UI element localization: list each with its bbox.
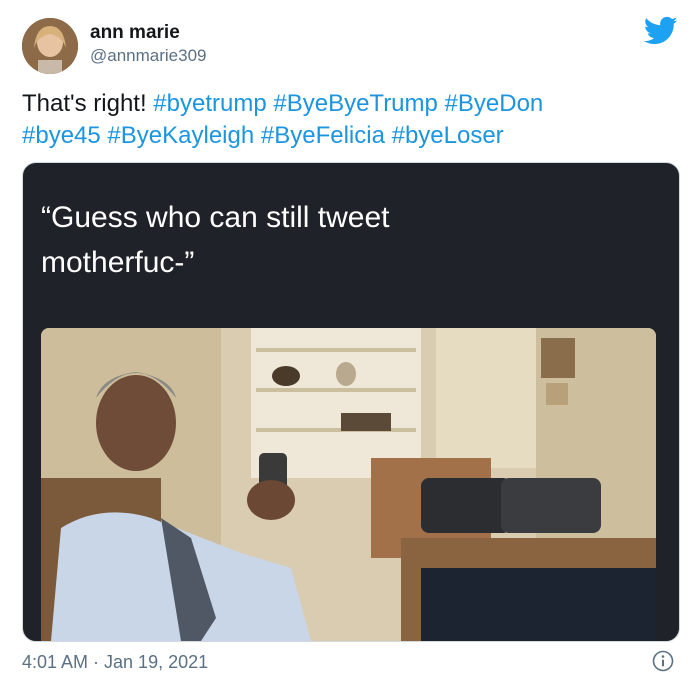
tweet-timestamp[interactable]: 4:01 AM · Jan 19, 2021 xyxy=(22,652,208,673)
meme-caption-line: motherfuc-” xyxy=(41,246,195,279)
tweet-card: ann marie @annmarie309 That's right! #by… xyxy=(0,0,700,686)
user-handle[interactable]: @annmarie309 xyxy=(90,46,207,66)
hashtag-link[interactable]: #ByeFelicia xyxy=(261,122,385,149)
display-name[interactable]: ann marie xyxy=(90,22,180,44)
meme-caption-line: “Guess who can still tweet xyxy=(41,201,390,234)
hashtag-link[interactable]: #bye45 xyxy=(22,122,101,149)
hashtag-link[interactable]: #byeLoser xyxy=(392,122,504,149)
twitter-bird-icon[interactable] xyxy=(644,16,678,46)
hashtag-link[interactable]: #byetrump xyxy=(153,90,266,117)
meme-caption: “Guess who can still tweet motherfuc-” xyxy=(41,195,601,285)
meme-photo xyxy=(41,328,656,641)
hashtag-link[interactable]: #ByeKayleigh xyxy=(107,122,254,149)
tweet-text: That's right! #byetrump #ByeByeTrump #By… xyxy=(22,88,672,152)
avatar[interactable] xyxy=(22,18,78,74)
hashtag-link[interactable]: #ByeDon xyxy=(445,90,544,117)
info-icon[interactable] xyxy=(652,650,674,672)
tweet-media[interactable]: “Guess who can still tweet motherfuc-” xyxy=(22,162,680,642)
hashtag-link[interactable]: #ByeByeTrump xyxy=(273,90,438,117)
tweet-lead-text: That's right! xyxy=(22,90,154,117)
